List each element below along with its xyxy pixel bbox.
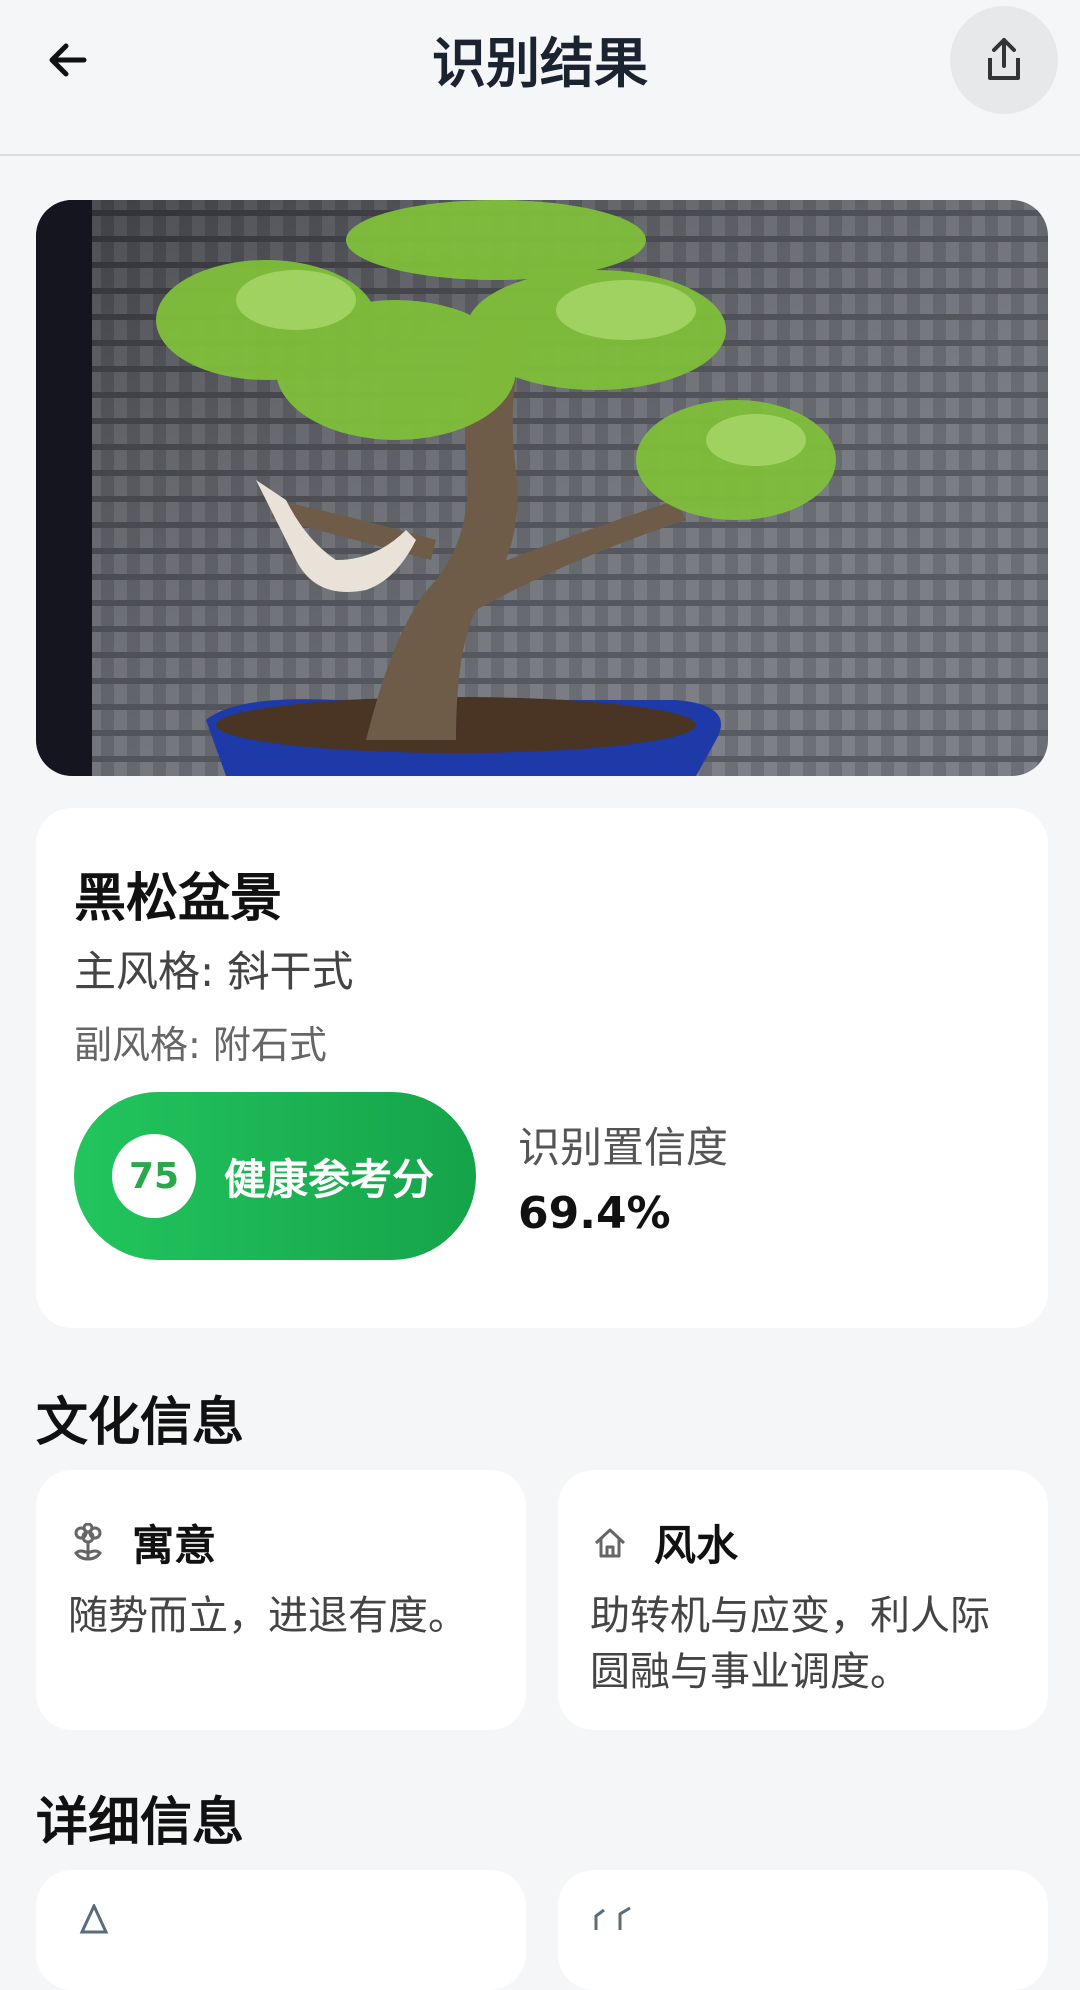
result-card: 黑松盆景 主风格: 斜干式 副风格: 附石式 75 健康参考分 识别置信度 69… xyxy=(36,808,1048,1328)
confidence-label: 识别置信度 xyxy=(518,1123,729,1172)
home-icon xyxy=(590,1523,630,1563)
top-bar: 识别结果 xyxy=(0,0,1080,156)
share-icon xyxy=(988,38,1020,80)
share-button[interactable] xyxy=(950,6,1058,114)
fengshui-title: 风水 xyxy=(654,1521,739,1570)
detail-card-left xyxy=(36,1870,526,1990)
page-title: 识别结果 xyxy=(432,32,648,95)
culture-section-title: 文化信息 xyxy=(36,1393,245,1453)
tree-icon xyxy=(79,1904,109,1934)
fengshui-card: 风水 助转机与应变，利人际圆融与事业调度。 xyxy=(558,1470,1048,1730)
details-section-title: 详细信息 xyxy=(36,1793,245,1853)
confidence-value: 69.4% xyxy=(518,1188,671,1239)
meaning-card: 寓意 随势而立，进退有度。 xyxy=(36,1470,526,1730)
main-style: 主风格: 斜干式 xyxy=(74,947,354,996)
sub-style: 副风格: 附石式 xyxy=(74,1023,327,1067)
arrows-icon xyxy=(594,1906,631,1930)
plant-name: 黑松盆景 xyxy=(74,869,283,929)
health-label: 健康参考分 xyxy=(224,1154,435,1204)
meaning-title: 寓意 xyxy=(132,1521,217,1570)
health-score: 75 xyxy=(112,1134,196,1218)
fengshui-text: 助转机与应变，利人际圆融与事业调度。 xyxy=(590,1593,990,1695)
detail-card-right xyxy=(558,1870,1048,1990)
flower-icon xyxy=(68,1522,108,1563)
health-score-button[interactable]: 75 健康参考分 xyxy=(74,1092,476,1260)
plant-photo xyxy=(36,200,1048,776)
meaning-text: 随势而立，进退有度。 xyxy=(68,1593,468,1639)
